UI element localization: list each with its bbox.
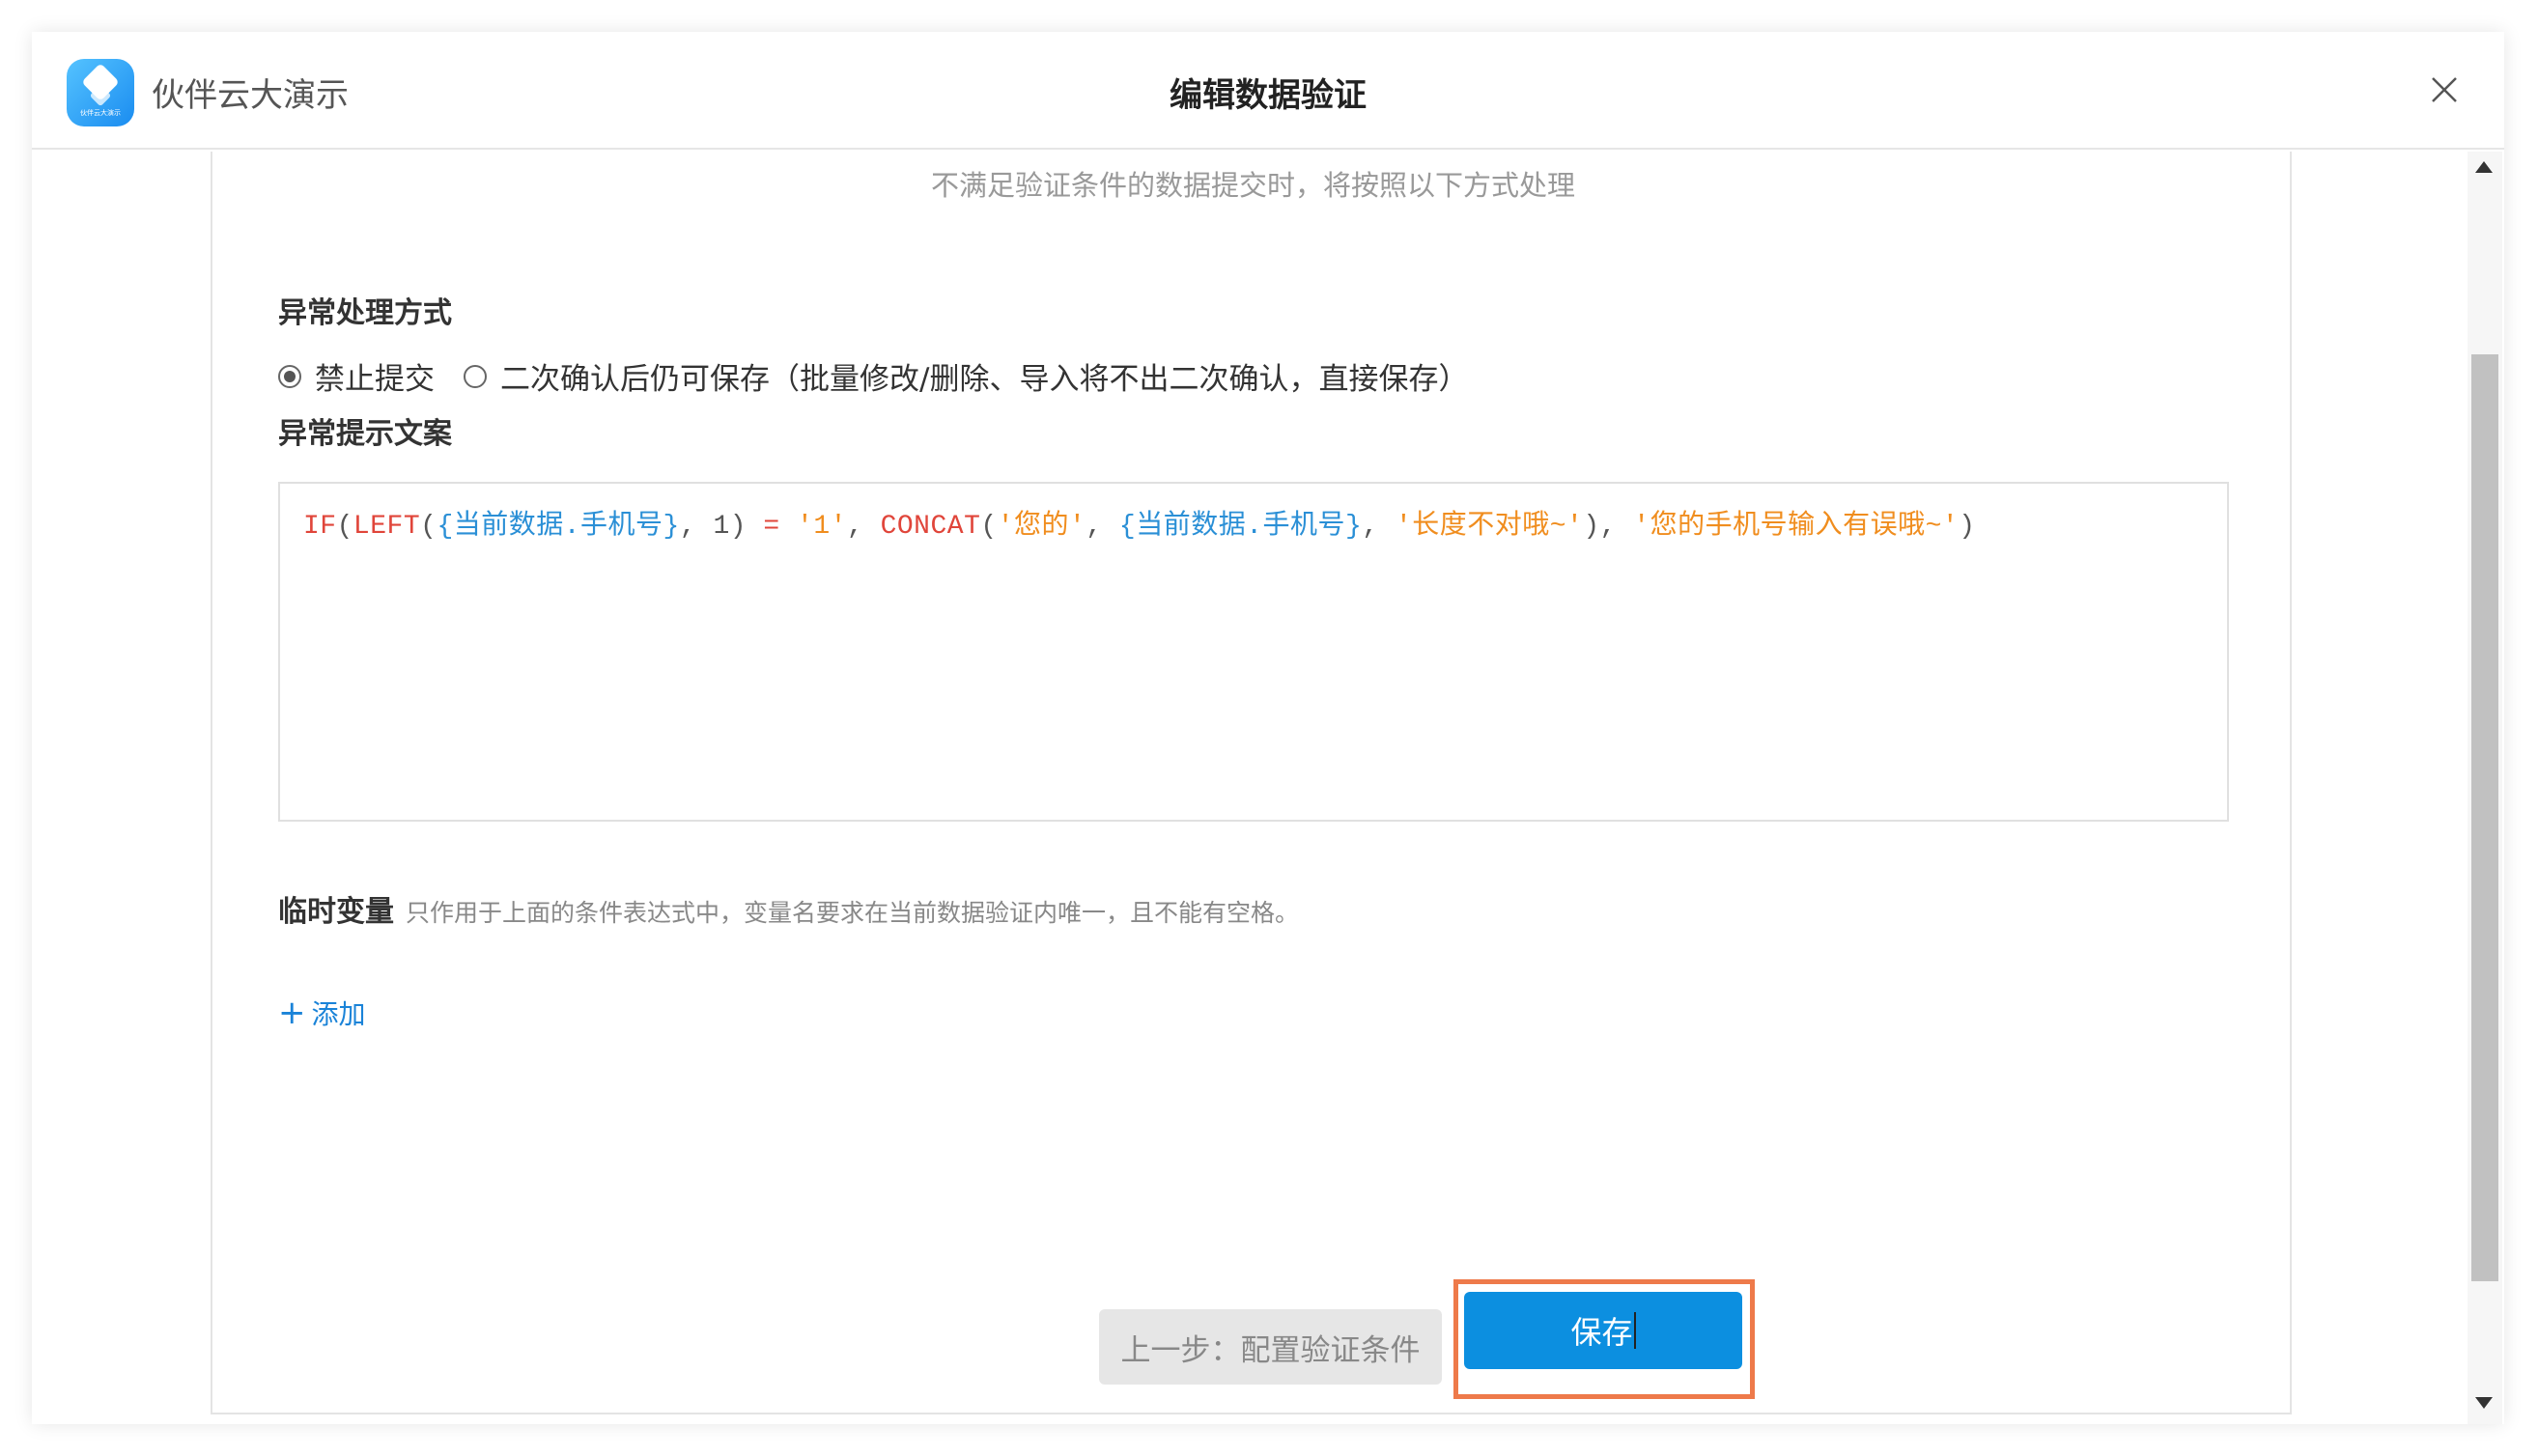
radio-checked-icon[interactable] — [278, 364, 301, 388]
radio-forbid-submit[interactable]: 禁止提交 — [278, 354, 435, 398]
arrow-down-icon[interactable] — [2475, 1397, 2493, 1409]
formula-punc: ( — [980, 512, 998, 542]
formula-punc: , — [1086, 512, 1119, 542]
temp-vars-description: 只作用于上面的条件表达式中，变量名要求在当前数据验证内唯一，且不能有空格。 — [406, 899, 1300, 927]
formula-string: '长度不对哦~' — [1395, 512, 1584, 542]
formula-fn-if: IF — [303, 512, 337, 542]
handling-label: 异常处理方式 — [278, 296, 452, 330]
temp-vars-label: 临时变量 — [278, 895, 394, 929]
formula-number: 1 — [713, 512, 730, 542]
formula-punc: ( — [420, 512, 437, 542]
message-formula-editor[interactable]: IF(LEFT({当前数据.手机号}, 1) = '1', CONCAT('您的… — [278, 482, 2229, 822]
message-label: 异常提示文案 — [278, 417, 452, 451]
arrow-up-icon[interactable] — [2475, 161, 2493, 173]
formula-line: IF(LEFT({当前数据.手机号}, 1) = '1', CONCAT('您的… — [303, 503, 2204, 542]
formula-punc: ) — [729, 512, 764, 542]
vertical-scrollbar[interactable] — [2468, 152, 2502, 1424]
save-button-label: 保存 — [1570, 1314, 1633, 1351]
radio-confirm-save[interactable]: 二次确认后仍可保存（批量修改/删除、导入将不出二次确认，直接保存） — [464, 354, 1468, 398]
temp-vars-row: 临时变量 只作用于上面的条件表达式中，变量名要求在当前数据验证内唯一，且不能有空… — [278, 887, 1299, 930]
formula-string: '1' — [797, 512, 847, 542]
save-button[interactable]: 保存 — [1464, 1292, 1742, 1369]
text-cursor — [1633, 1312, 1636, 1349]
formula-fn-left: LEFT — [352, 512, 421, 542]
dialog-window: 伙伴云大演示 伙伴云大演示 编辑数据验证 不满足验证条件的数据提交时，将按照以下… — [32, 32, 2504, 1424]
formula-punc: , — [1362, 512, 1396, 542]
formula-punc: , — [679, 512, 714, 542]
radio-label: 禁止提交 — [315, 362, 435, 397]
content-panel: 不满足验证条件的数据提交时，将按照以下方式处理 异常处理方式 禁止提交 二次确认… — [211, 152, 2292, 1414]
hint-text: 不满足验证条件的数据提交时，将按照以下方式处理 — [930, 169, 1575, 202]
formula-punc: ) — [1959, 512, 1976, 542]
close-icon[interactable] — [2425, 70, 2464, 109]
radio-label: 二次确认后仍可保存（批量修改/删除、导入将不出二次确认，直接保存） — [500, 362, 1469, 397]
formula-punc: , — [846, 512, 881, 542]
radio-unchecked-icon[interactable] — [464, 364, 487, 388]
formula-field-ref: {当前数据.手机号} — [1118, 512, 1363, 542]
formula-punc — [780, 512, 797, 542]
formula-operator: = — [763, 512, 780, 542]
formula-fn-concat: CONCAT — [880, 512, 981, 542]
formula-field-ref: {当前数据.手机号} — [437, 512, 680, 542]
plus-icon: + — [278, 994, 306, 1032]
add-variable-link[interactable]: + 添加 — [278, 994, 366, 1032]
add-link-label: 添加 — [311, 998, 366, 1030]
dialog-title: 编辑数据验证 — [1170, 76, 1367, 115]
formula-string: '您的' — [997, 512, 1086, 542]
formula-punc: ), — [1583, 512, 1634, 542]
titlebar: 伙伴云大演示 伙伴云大演示 编辑数据验证 — [32, 32, 2504, 150]
scroll-area: 不满足验证条件的数据提交时，将按照以下方式处理 异常处理方式 禁止提交 二次确认… — [32, 152, 2504, 1424]
formula-punc: ( — [336, 512, 353, 542]
formula-string: '您的手机号输入有误哦~' — [1633, 512, 1960, 542]
previous-step-button[interactable]: 上一步：配置验证条件 — [1099, 1309, 1442, 1385]
handling-radio-group: 禁止提交 二次确认后仍可保存（批量修改/删除、导入将不出二次确认，直接保存） — [278, 354, 1497, 398]
scrollbar-thumb[interactable] — [2471, 354, 2498, 1281]
